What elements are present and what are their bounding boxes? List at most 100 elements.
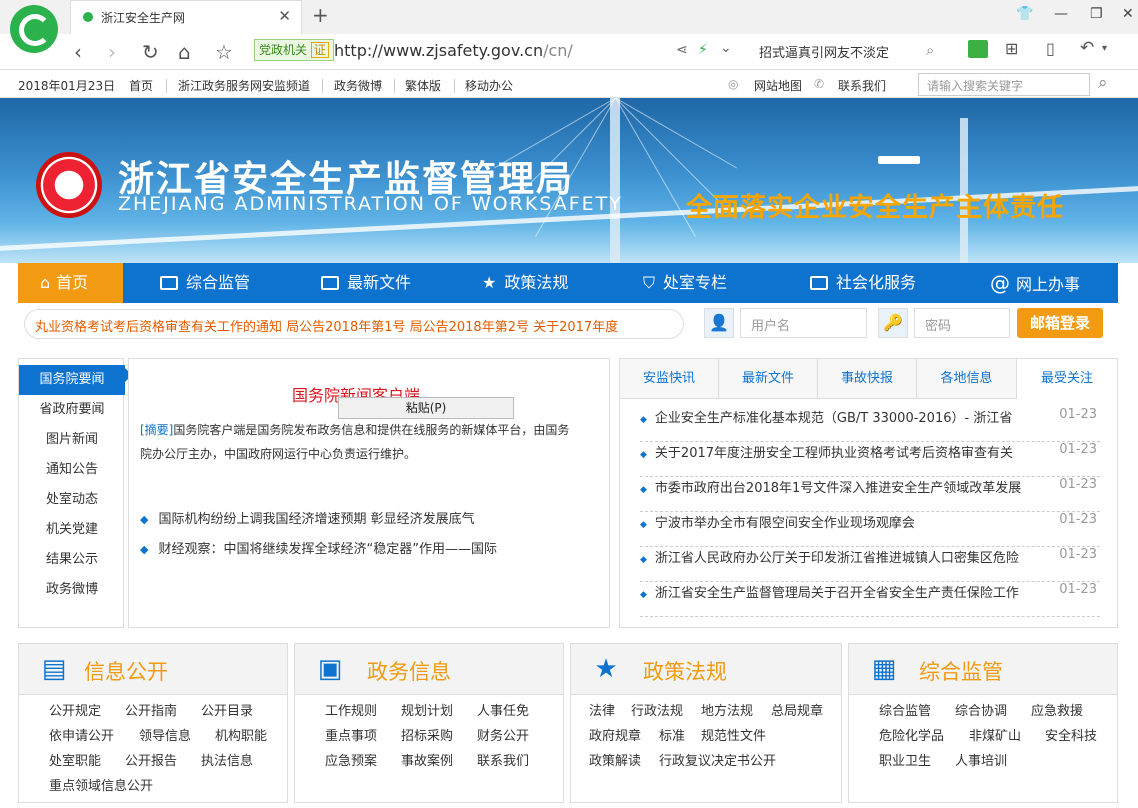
util-link-weibo[interactable]: 政务微博 xyxy=(334,77,382,94)
section-link[interactable]: 联系我们 xyxy=(477,750,529,769)
section-link[interactable]: 职业卫生 xyxy=(879,750,931,769)
password-input[interactable]: 密码 xyxy=(914,308,1010,338)
section-link[interactable]: 财务公开 xyxy=(477,725,529,744)
util-link-service-channel[interactable]: 浙江政务服务网安监频道 xyxy=(178,77,310,94)
section-link[interactable]: 法律 xyxy=(589,700,615,719)
section-link[interactable]: 执法信息 xyxy=(201,750,253,769)
section-link[interactable]: 危险化学品 xyxy=(879,725,944,744)
left-menu-item[interactable]: 通知公告 xyxy=(19,455,125,485)
section-link[interactable]: 总局规章 xyxy=(771,700,823,719)
section-link[interactable]: 人事培训 xyxy=(955,750,1007,769)
section-link[interactable]: 应急预案 xyxy=(325,750,377,769)
section-link[interactable]: 处室职能 xyxy=(49,750,101,769)
util-link-home[interactable]: 首页 xyxy=(129,77,153,94)
undo-icon[interactable]: ↶ xyxy=(1080,38,1094,58)
right-list-item[interactable]: ◆ 市委市政府出台2018年1号文件深入推进安全生产领域改革发展 01-23 xyxy=(640,477,1100,512)
undo-menu-icon[interactable]: ▾ xyxy=(1102,43,1107,54)
right-list-item[interactable]: ◆ 关于2017年度注册安全工程师执业资格考试考后资格审查有关 01-23 xyxy=(640,442,1100,477)
hot-search-hint[interactable]: 招式逼真引网友不淡定 xyxy=(759,42,889,61)
section-link[interactable]: 行政复议决定书公开 xyxy=(659,750,776,769)
new-tab-icon[interactable]: + xyxy=(312,3,329,27)
bookmark-star-icon[interactable]: ☆ xyxy=(215,40,233,64)
nav-supervision[interactable]: 综合监管 xyxy=(160,263,250,303)
section-link[interactable]: 地方法规 xyxy=(701,700,753,719)
section-title[interactable]: 信息公开 xyxy=(84,656,168,686)
tab-most-viewed[interactable]: 最受关注 xyxy=(1017,359,1117,399)
home-icon[interactable]: ⌂ xyxy=(178,40,191,64)
section-link[interactable]: 公开目录 xyxy=(201,700,253,719)
left-menu-item[interactable]: 国务院要闻 xyxy=(19,365,125,395)
contact-link[interactable]: 联系我们 xyxy=(838,77,886,94)
section-link[interactable]: 人事任免 xyxy=(477,700,529,719)
section-link[interactable]: 政府规章 xyxy=(589,725,641,744)
forward-icon[interactable]: › xyxy=(108,40,116,64)
left-menu-item[interactable]: 图片新闻 xyxy=(19,425,125,455)
chevron-down-icon[interactable]: ⌄ xyxy=(720,40,732,56)
phone-icon[interactable]: ▯ xyxy=(1046,39,1055,58)
right-list-item[interactable]: ◆ 浙江省安全生产监督管理局关于召开全省安全生产责任保险工作 01-23 xyxy=(640,582,1100,617)
section-title[interactable]: 政策法规 xyxy=(643,656,727,686)
section-link[interactable]: 重点领域信息公开 xyxy=(49,775,153,794)
site-search-icon[interactable]: ⌕ xyxy=(1098,73,1108,93)
browser-logo-icon[interactable] xyxy=(10,5,58,53)
news-ticker[interactable]: 丸业资格考试考后资格审查有关工作的通知 局公告2018年第1号 局公告2018年… xyxy=(24,309,684,339)
left-menu-item[interactable]: 政务微博 xyxy=(19,575,125,605)
url-field[interactable]: http://www.zjsafety.gov.cn/cn/ xyxy=(334,41,573,60)
section-link[interactable]: 重点事项 xyxy=(325,725,377,744)
nav-home[interactable]: ⌂ 首页 xyxy=(18,263,123,303)
browser-tab[interactable]: 浙江安全生产网 ✕ xyxy=(70,0,302,34)
section-link[interactable]: 规范性文件 xyxy=(701,725,766,744)
section-link[interactable]: 综合监管 xyxy=(879,700,931,719)
context-menu-paste[interactable]: 粘贴(P) xyxy=(338,397,514,419)
right-list-item[interactable]: ◆ 宁波市举办全市有限空间安全作业现场观摩会 01-23 xyxy=(640,512,1100,547)
util-link-mobile[interactable]: 移动办公 xyxy=(465,77,513,94)
sitemap-link[interactable]: 网站地图 xyxy=(754,77,802,94)
tab-accident-report[interactable]: 事故快报 xyxy=(818,359,917,399)
section-link[interactable]: 标准 xyxy=(659,725,685,744)
back-icon[interactable]: ‹ xyxy=(74,40,82,64)
tab-latest-docs[interactable]: 最新文件 xyxy=(719,359,818,399)
site-search-input[interactable]: 请输入搜索关键字 xyxy=(918,73,1090,96)
left-menu-item[interactable]: 结果公示 xyxy=(19,545,125,575)
mail-login-button[interactable]: 邮箱登录 xyxy=(1017,308,1103,338)
reader-icon[interactable] xyxy=(968,40,988,58)
restore-icon[interactable]: ❐ xyxy=(1090,6,1103,22)
util-link-traditional[interactable]: 繁体版 xyxy=(405,77,441,94)
section-link[interactable]: 领导信息 xyxy=(139,725,191,744)
news-list-item[interactable]: 财经观察：中国将继续发挥全球经济“稳定器”作用——国际 xyxy=(140,538,496,557)
search-icon[interactable]: ⌕ xyxy=(926,41,934,59)
nav-online-service[interactable]: @ 网上办事 xyxy=(990,263,1080,303)
section-link[interactable]: 工作规则 xyxy=(325,700,377,719)
tab-local-info[interactable]: 各地信息 xyxy=(917,359,1017,399)
section-link[interactable]: 非煤矿山 xyxy=(969,725,1021,744)
right-list-item[interactable]: ◆ 企业安全生产标准化基本规范（GB/T 33000-2016）- 浙江省 01-2… xyxy=(640,407,1100,442)
section-link[interactable]: 机构职能 xyxy=(215,725,267,744)
section-link[interactable]: 综合协调 xyxy=(955,700,1007,719)
section-link[interactable]: 规划计划 xyxy=(401,700,453,719)
section-link[interactable]: 政策解读 xyxy=(589,750,641,769)
share-icon[interactable]: ⋖ xyxy=(676,42,688,58)
tab-safety-news[interactable]: 安监快讯 xyxy=(620,359,719,399)
section-link[interactable]: 公开指南 xyxy=(125,700,177,719)
username-input[interactable]: 用户名 xyxy=(740,308,867,338)
nav-policy[interactable]: ★ 政策法规 xyxy=(482,263,568,303)
right-list-item[interactable]: ◆ 浙江省人民政府办公厅关于印发浙江省推进城镇人口密集区危险 01-23 xyxy=(640,547,1100,582)
nav-departments[interactable]: ⛉ 处室专栏 xyxy=(643,263,727,303)
left-menu-item[interactable]: 处室动态 xyxy=(19,485,125,515)
section-link[interactable]: 安全科技 xyxy=(1045,725,1097,744)
section-link[interactable]: 应急救援 xyxy=(1031,700,1083,719)
speed-icon[interactable]: ⚡ xyxy=(698,42,708,58)
section-link[interactable]: 公开规定 xyxy=(49,700,101,719)
minimize-icon[interactable]: — xyxy=(1054,6,1068,22)
section-link[interactable]: 招标采购 xyxy=(401,725,453,744)
section-title[interactable]: 综合监管 xyxy=(919,656,1003,686)
left-menu-item[interactable]: 省政府要闻 xyxy=(19,395,125,425)
ticker-text[interactable]: 丸业资格考试考后资格审查有关工作的通知 局公告2018年第1号 局公告2018年… xyxy=(35,316,618,335)
section-title[interactable]: 政务信息 xyxy=(367,656,451,686)
gov-badge[interactable]: 党政机关 证 xyxy=(254,39,334,61)
section-link[interactable]: 公开报告 xyxy=(125,750,177,769)
section-link[interactable]: 行政法规 xyxy=(631,700,683,719)
news-list-item[interactable]: 国际机构纷纷上调我国经济增速预期 彰显经济发展底气 xyxy=(140,508,474,527)
section-link[interactable]: 事故案例 xyxy=(401,750,453,769)
nav-social-service[interactable]: 社会化服务 xyxy=(810,263,916,303)
